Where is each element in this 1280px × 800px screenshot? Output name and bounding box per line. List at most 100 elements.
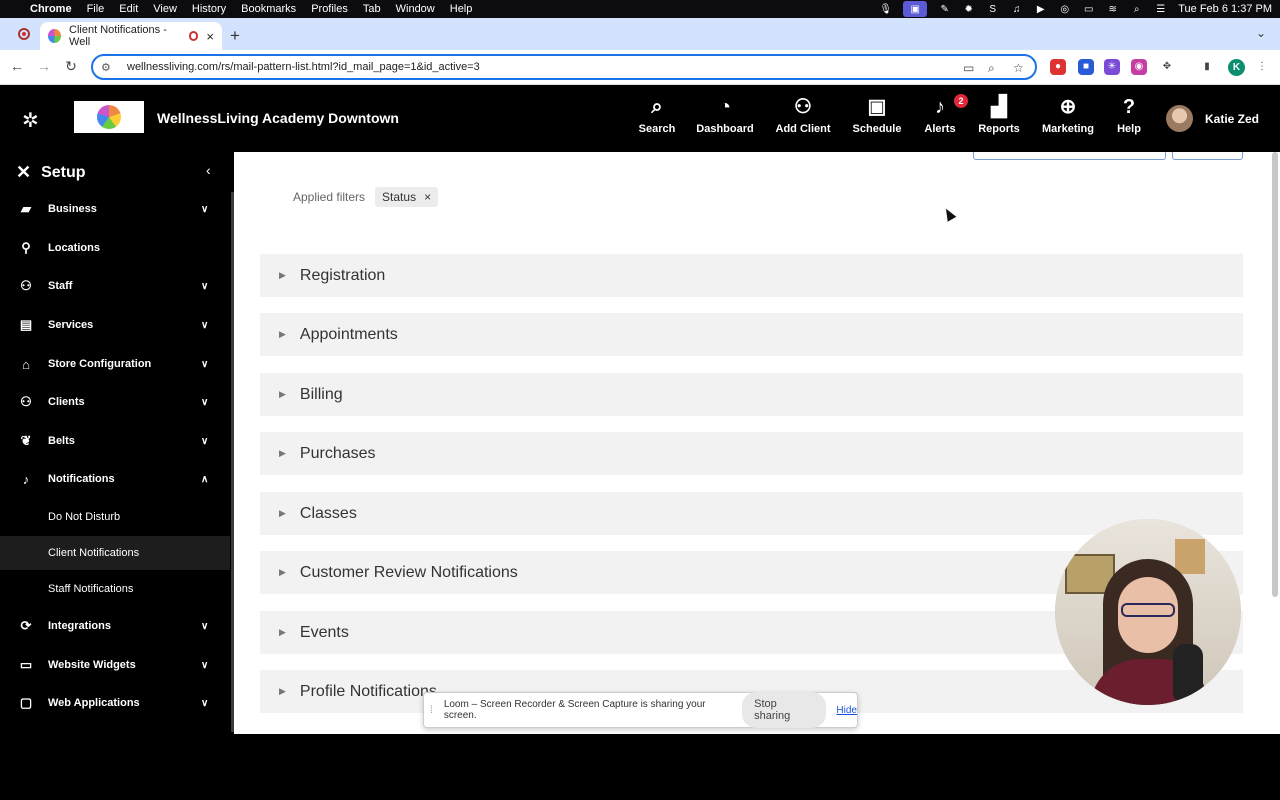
menu-edit[interactable]: Edit [119,3,138,15]
browser-tab-active[interactable]: Client Notifications - Well × [40,22,222,50]
play-icon[interactable]: ▶ [1034,4,1047,15]
back-icon[interactable]: ← [8,58,26,74]
nav-dashboard[interactable]: ◔ Dashboard [694,95,756,135]
sidebar-subitem-label: Client Notifications [48,547,140,559]
app-header: ✲ WellnessLiving Academy Downtown ⌕ Sear… [0,85,1270,152]
apps-grid-icon[interactable]: ✲ [22,108,39,133]
menu-bookmarks[interactable]: Bookmarks [241,3,296,15]
sidebar-item-locations[interactable]: ⚲ Locations [0,229,230,267]
nav-help[interactable]: ? Help [1114,95,1144,135]
user-name[interactable]: Katie Zed [1205,112,1259,126]
wifi-icon[interactable]: ≋ [1106,4,1119,15]
webcam-bubble[interactable] [1055,519,1241,705]
nav-alerts[interactable]: ♪ 2 Alerts [920,94,968,135]
menu-profiles[interactable]: Profiles [311,3,348,15]
menu-file[interactable]: File [87,3,105,15]
section-purchases[interactable]: ▶ Purchases [260,432,1243,475]
menu-history[interactable]: History [192,3,226,15]
extension-color-icon[interactable]: ◉ [1131,59,1147,75]
extensions-puzzle-icon[interactable]: ✥ [1159,59,1175,75]
collapse-sidebar-icon[interactable]: ‹ [206,162,211,178]
setup-title: ✕ Setup [16,162,86,183]
section-title: Billing [299,385,343,403]
hide-link[interactable]: Hide [836,705,857,716]
nav-label: Help [1117,123,1141,135]
sidebar-item-staff[interactable]: ⚇ Staff ∨ [0,267,230,305]
tool-icon[interactable]: ✎ [938,4,951,15]
page-scrollbar[interactable] [1270,152,1280,734]
forward-icon[interactable]: → [35,58,53,74]
reload-icon[interactable]: ↻ [62,58,80,75]
nav-reports[interactable]: ▟ Reports [975,95,1023,135]
menu-help[interactable]: Help [450,3,473,15]
nav-schedule[interactable]: ▣ Schedule [851,95,903,135]
profile-avatar[interactable]: K [1228,59,1245,76]
sidebar-item-services[interactable]: ▤ Services ∨ [0,306,230,344]
nav-label: Search [638,123,676,135]
macos-menu-bar: Chrome File Edit View History Bookmarks … [0,0,1280,18]
sidebar-item-website-widgets[interactable]: ▭ Website Widgets ∨ [0,646,230,684]
menu-window[interactable]: Window [396,3,435,15]
close-tab-icon[interactable]: × [206,29,214,44]
extension-loom-icon[interactable]: ✳ [1104,59,1120,75]
drag-handle-icon[interactable]: ⁞ [430,705,438,716]
top-action-button[interactable] [973,152,1166,160]
business-name[interactable]: WellnessLiving Academy Downtown [157,110,399,126]
audio-icon[interactable]: ♫ [1010,4,1023,15]
spotlight-icon[interactable]: ⌕ [1130,4,1143,15]
control-center-icon[interactable]: ☰ [1154,4,1167,15]
url-text[interactable]: wellnessliving.com/rs/mail-pattern-list.… [127,61,480,73]
top-action-button[interactable] [1172,152,1243,160]
sidebar-subitem-client-notifications[interactable]: Client Notifications [0,536,230,570]
sidebar-item-web-applications[interactable]: ▢ Web Applications ∨ [0,684,230,722]
side-panel-icon[interactable]: ▮ [1199,59,1215,75]
expand-triangle-icon: ▶ [279,329,286,339]
nav-search[interactable]: ⌕ Search [634,95,680,135]
extension-blue-icon[interactable]: ■ [1078,59,1094,75]
more-menu-icon[interactable]: ⋮ [1254,59,1270,75]
app-s-icon[interactable]: S [986,4,999,15]
zoom-icon[interactable]: ⌕ [988,61,995,76]
section-registration[interactable]: ▶ Registration [260,254,1243,297]
sidebar-subitem-do-not-disturb[interactable]: Do Not Disturb [0,500,230,534]
menu-view[interactable]: View [153,3,177,15]
expand-triangle-icon: ▶ [279,627,286,637]
expand-triangle-icon: ▶ [279,389,286,399]
nav-add-client[interactable]: ⚇ Add Client [773,95,833,135]
business-logo[interactable] [74,101,144,133]
nav-marketing[interactable]: ⊕ Marketing [1040,95,1096,135]
menu-tab[interactable]: Tab [363,3,381,15]
extension-red-icon[interactable]: ● [1050,59,1066,75]
menu-clock[interactable]: Tue Feb 6 1:37 PM [1178,3,1272,15]
section-title: Appointments [299,325,398,343]
new-tab-icon[interactable]: + [230,26,244,46]
sidebar-item-store-configuration[interactable]: ⌂ Store Configuration ∨ [0,345,230,383]
site-info-icon[interactable]: ⚙ [101,61,117,74]
scrollbar-thumb[interactable] [1272,152,1278,597]
section-title: Customer Review Notifications [299,563,518,581]
battery-icon[interactable]: ▭ [1082,4,1095,15]
sidebar-item-belts[interactable]: ❦ Belts ∨ [0,422,230,460]
screen-share-icon[interactable]: ▣ [903,1,928,17]
remove-filter-icon[interactable]: × [424,190,431,204]
sidebar-subitem-staff-notifications[interactable]: Staff Notifications [0,572,230,606]
brightness-icon[interactable]: ✹ [962,4,975,15]
menu-app-name[interactable]: Chrome [30,3,72,15]
airplay-icon[interactable]: ◎ [1058,4,1071,15]
services-icon: ▤ [19,317,33,332]
section-billing[interactable]: ▶ Billing [260,373,1243,416]
sidebar-item-clients[interactable]: ⚇ Clients ∨ [0,383,230,421]
sidebar-item-notifications[interactable]: ♪ Notifications ∧ [0,460,230,498]
camera-icon[interactable]: ▭ [963,61,974,75]
user-avatar[interactable] [1166,105,1193,132]
address-bar[interactable]: ⚙ wellnessliving.com/rs/mail-pattern-lis… [91,54,1037,80]
section-appointments[interactable]: ▶ Appointments [260,313,1243,356]
bookmark-star-icon[interactable]: ☆ [1013,61,1024,75]
sidebar-item-integrations[interactable]: ⟳ Integrations ∨ [0,607,230,645]
stop-sharing-button[interactable]: Stop sharing [742,692,827,728]
microphone-icon[interactable]: 🎙 [879,4,892,15]
alerts-badge: 2 [954,94,968,108]
tab-search-icon[interactable]: ⌄ [1256,26,1266,40]
sidebar-item-business[interactable]: ▰ Business ∨ [0,190,230,228]
filter-chip-status[interactable]: Status × [375,187,439,207]
